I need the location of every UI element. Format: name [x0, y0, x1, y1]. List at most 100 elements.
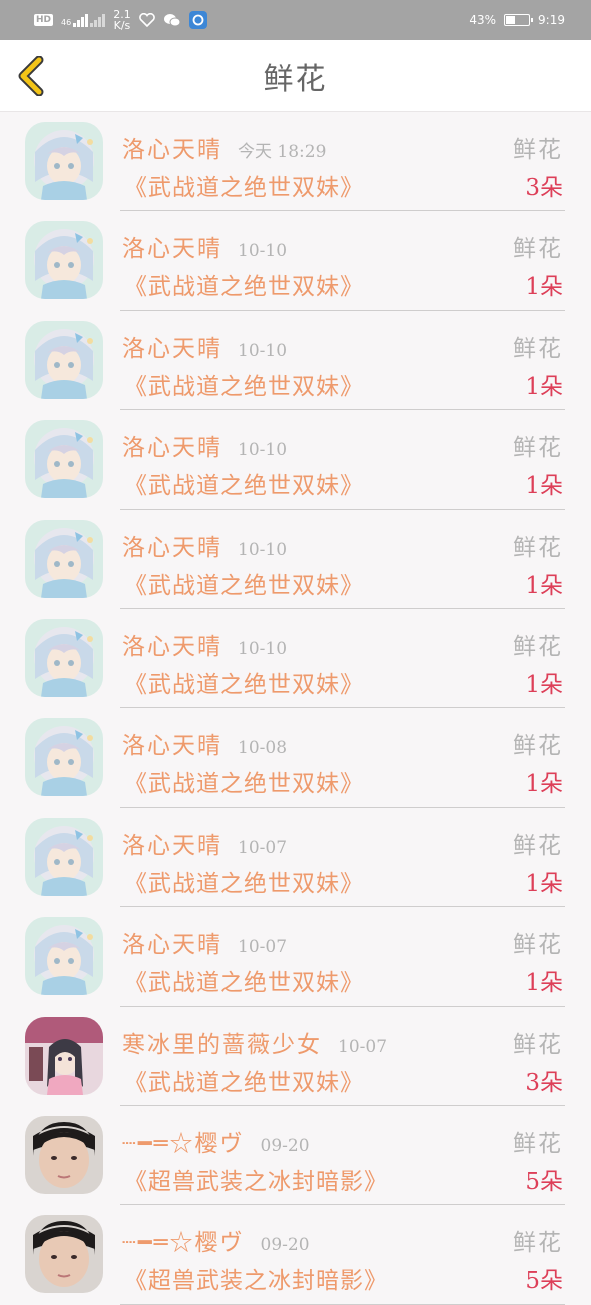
battery-icon [504, 14, 534, 26]
book-title[interactable]: 《武战道之绝世双妹》 [124, 168, 364, 202]
status-bar: HD 46 2.1 K/s 43% 9:19 [0, 0, 591, 40]
list-item[interactable]: 洛心天晴 10-07 鲜花《武战道之绝世双妹》 1朵 [0, 808, 591, 908]
list-item[interactable]: 洛心天晴 10-10 鲜花《武战道之绝世双妹》 1朵 [0, 410, 591, 510]
list-item-header: 洛心天晴 10-07 [122, 925, 287, 959]
avatar[interactable] [25, 817, 103, 896]
book-title[interactable]: 《武战道之绝世双妹》 [124, 367, 364, 401]
wechat-icon [163, 14, 181, 27]
list-item[interactable]: 洛心天晴 10-10 鲜花 《武战道之绝世双妹》 1朵 [0, 311, 591, 411]
back-button[interactable] [14, 55, 50, 97]
status-left: HD 46 2.1 K/s [34, 9, 207, 31]
heart-icon [138, 13, 155, 27]
post-time: 10-10 [238, 539, 288, 560]
gift-type: 鲜花 [513, 534, 563, 561]
list-item-header: ┈━═☆樱ヴ 09-20 [122, 1124, 310, 1158]
gift-type: 鲜花 [513, 435, 563, 462]
user-name: ┈━═☆樱ヴ [122, 1130, 245, 1157]
gift-type: 鲜花 [513, 335, 563, 362]
list-item[interactable]: 洛心天晴 10-10 鲜花 《武战道之绝世双妹》 1朵 [0, 609, 591, 709]
gift-type: 鲜花 [513, 633, 563, 660]
gift-type: 鲜花 [513, 1130, 563, 1157]
book-title[interactable]: 《武战道之绝世双妹》 [124, 864, 364, 898]
list-item-content: 洛心天晴 10-07 鲜花《武战道之绝世双妹》 1朵 [120, 808, 565, 908]
book-title[interactable]: 《武战道之绝世双妹》 [124, 466, 364, 500]
post-time: 10-07 [338, 1036, 388, 1057]
book-title[interactable]: 《武战道之绝世双妹》 [124, 665, 364, 699]
gift-count: 1朵 [525, 473, 563, 500]
list-item-content: 洛心天晴 10-08 鲜花《武战道之绝世双妹》 1朵 [120, 708, 565, 808]
list-item-content: 洛心天晴 10-10 鲜花《武战道之绝世双妹》 1朵 [120, 410, 565, 510]
list-item[interactable]: ┈━═☆樱ヴ 09-20 鲜花 《超兽武装之冰封暗影》 5朵 [0, 1205, 591, 1305]
list-item[interactable]: 寒冰里的蔷薇少女 10-07 鲜花 《武战道之绝世双妹》 3朵 [0, 1007, 591, 1106]
user-name: 洛心天晴 [122, 534, 222, 561]
avatar[interactable] [25, 420, 103, 499]
list-item-content: ┈━═☆樱ヴ 09-20 鲜花《超兽武装之冰封暗影》 5朵 [120, 1106, 565, 1206]
book-title[interactable]: 《超兽武装之冰封暗影》 [124, 1162, 388, 1196]
book-title[interactable]: 《武战道之绝世双妹》 [124, 1063, 364, 1097]
gift-count: 3朵 [525, 1069, 563, 1096]
list-item[interactable]: ┈━═☆樱ヴ 09-20 鲜花《超兽武装之冰封暗影》 5朵 [0, 1106, 591, 1206]
list-item-content: ┈━═☆樱ヴ 09-20 鲜花 《超兽武装之冰封暗影》 5朵 [120, 1205, 565, 1305]
gift-type: 鲜花 [513, 137, 563, 163]
post-time: 10-10 [238, 440, 288, 461]
book-title[interactable]: 《武战道之绝世双妹》 [124, 764, 364, 798]
list-item-content: 洛心天晴 10-10 鲜花 《武战道之绝世双妹》 1朵 [120, 609, 565, 709]
avatar[interactable] [25, 221, 103, 300]
post-time: 09-20 [260, 1135, 310, 1156]
gift-count: 1朵 [525, 870, 563, 897]
gift-count: 5朵 [525, 1268, 563, 1295]
list-item-header: 洛心天晴 10-07 [122, 826, 287, 860]
gift-record-list: 洛心天晴 今天 18:29 鲜花 《武战道之绝世双妹》 3朵 洛心天晴 10-10 鲜花 《武战… [0, 112, 591, 1305]
list-item[interactable]: 洛心天晴 10-08 鲜花《武战道之绝世双妹》 1朵 [0, 708, 591, 808]
gift-type: 鲜花 [513, 832, 563, 859]
header: 鲜花 [0, 40, 591, 112]
gift-count: 1朵 [525, 572, 563, 599]
gift-count: 5朵 [525, 1168, 563, 1195]
list-item-header: 洛心天晴 10-10 [122, 329, 287, 363]
gift-type: 鲜花 [513, 733, 563, 760]
avatar[interactable] [25, 1215, 103, 1294]
gift-count: 1朵 [525, 771, 563, 798]
user-name: 寒冰里的蔷薇少女 [122, 1031, 322, 1058]
avatar[interactable] [25, 1016, 103, 1095]
user-name: 洛心天晴 [122, 832, 222, 859]
book-title[interactable]: 《武战道之绝世双妹》 [124, 566, 364, 600]
book-title[interactable]: 《超兽武装之冰封暗影》 [124, 1261, 388, 1295]
list-item[interactable]: 洛心天晴 10-10 鲜花 《武战道之绝世双妹》 1朵 [0, 211, 591, 311]
user-name: 洛心天晴 [122, 633, 222, 660]
avatar[interactable] [25, 320, 103, 399]
list-item-header: ┈━═☆樱ヴ 09-20 [122, 1223, 310, 1257]
list-item[interactable]: 洛心天晴 今天 18:29 鲜花《武战道之绝世双妹》 3朵 [0, 112, 591, 212]
hd-badge: HD [34, 14, 54, 26]
book-title[interactable]: 《武战道之绝世双妹》 [124, 963, 364, 997]
list-item[interactable]: 洛心天晴 10-07 鲜花 《武战道之绝世双妹》 1朵 [0, 907, 591, 1007]
post-time: 10-07 [238, 837, 288, 858]
user-name: 洛心天晴 [122, 733, 222, 760]
list-item-header: 洛心天晴 10-10 [122, 229, 287, 263]
avatar[interactable] [25, 1115, 103, 1194]
avatar[interactable] [25, 618, 103, 697]
gift-count: 1朵 [525, 274, 563, 301]
gift-count: 1朵 [525, 970, 563, 997]
avatar[interactable] [25, 122, 103, 200]
list-item-content: 洛心天晴 今天 18:29 鲜花《武战道之绝世双妹》 3朵 [120, 112, 565, 212]
book-title[interactable]: 《武战道之绝世双妹》 [124, 267, 364, 301]
status-right: 43% 9:19 [469, 13, 565, 27]
back-arrow-icon [18, 55, 44, 97]
list-item-header: 洛心天晴 10-10 [122, 428, 287, 462]
avatar[interactable] [25, 718, 103, 797]
avatar[interactable] [25, 917, 103, 996]
list-item[interactable]: 洛心天晴 10-10 鲜花《武战道之绝世双妹》 1朵 [0, 510, 591, 609]
signal-group: 46 [61, 13, 106, 27]
list-item-content: 洛心天晴 10-10 鲜花 《武战道之绝世双妹》 1朵 [120, 311, 565, 411]
post-time: 10-07 [238, 937, 288, 958]
list-item-header: 洛心天晴 今天 18:29 [122, 130, 326, 164]
post-time: 10-08 [238, 738, 288, 759]
network-type: 46 [61, 18, 72, 27]
signal-icon-2 [90, 13, 106, 27]
avatar[interactable] [25, 519, 103, 598]
list-item-content: 洛心天晴 10-07 鲜花 《武战道之绝世双妹》 1朵 [120, 907, 565, 1007]
gift-count: 3朵 [525, 175, 563, 201]
list-item-content: 寒冰里的蔷薇少女 10-07 鲜花 《武战道之绝世双妹》 3朵 [120, 1007, 565, 1106]
list-item-header: 洛心天晴 10-08 [122, 726, 287, 760]
